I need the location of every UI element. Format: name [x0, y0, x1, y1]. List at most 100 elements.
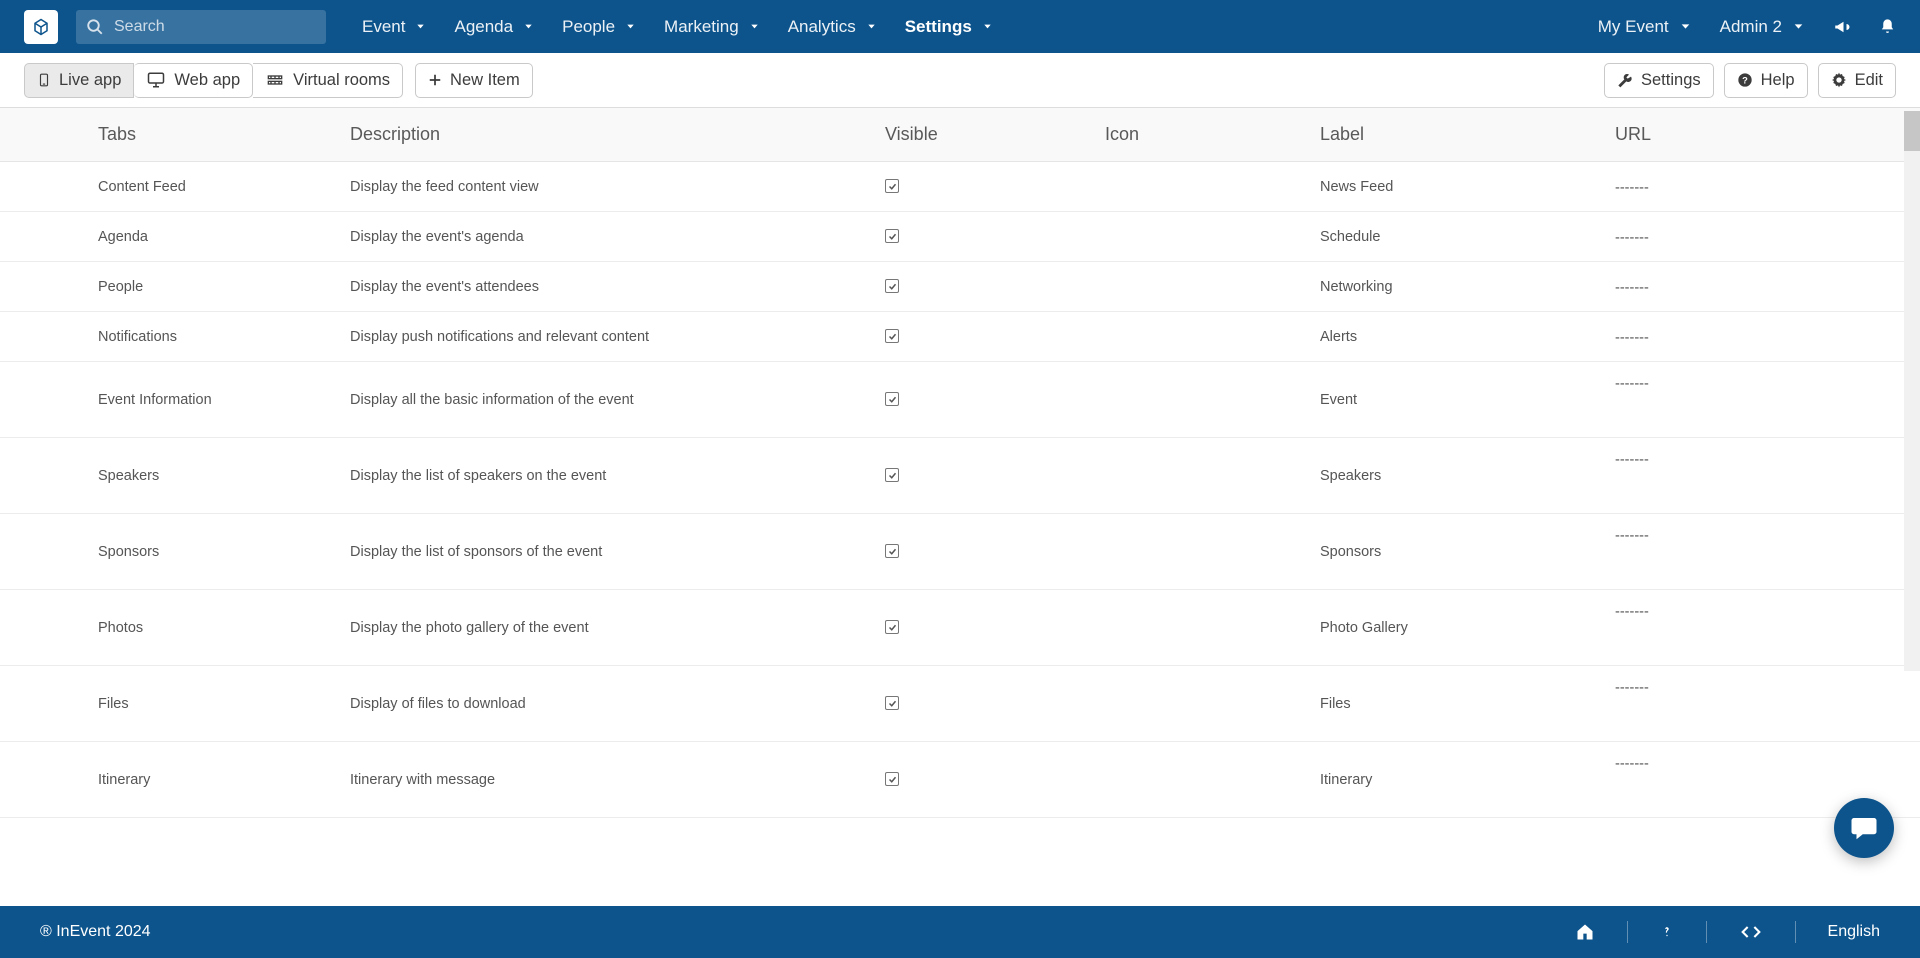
view-tab-virtual-rooms[interactable]: Virtual rooms: [253, 63, 403, 98]
nav-item-analytics[interactable]: Analytics: [788, 17, 877, 37]
footer-right: English: [1575, 921, 1880, 943]
cell-visible: [885, 392, 1105, 408]
event-switcher[interactable]: My Event: [1598, 17, 1692, 37]
visible-checkbox[interactable]: [885, 179, 899, 193]
cell-tab: Photos: [0, 620, 350, 636]
cell-url: -------: [1615, 328, 1920, 346]
cell-url: -------: [1615, 278, 1920, 296]
announcements-button[interactable]: [1833, 18, 1851, 36]
col-header-url: URL: [1615, 124, 1920, 145]
cell-description: Itinerary with message: [350, 772, 885, 788]
table-row[interactable]: PhotosDisplay the photo gallery of the e…: [0, 590, 1920, 666]
cell-visible: [885, 329, 1105, 345]
visible-checkbox[interactable]: [885, 279, 899, 293]
help-icon[interactable]: [1660, 921, 1674, 943]
cell-label: Networking: [1320, 279, 1615, 295]
cell-url: -------: [1615, 590, 1920, 620]
cell-url: -------: [1615, 742, 1920, 772]
navbar-right: My Event Admin 2: [1598, 17, 1896, 37]
table-body: Content FeedDisplay the feed content vie…: [0, 162, 1920, 818]
mobile-icon: [37, 71, 51, 89]
nav-item-people[interactable]: People: [562, 17, 636, 37]
nav-item-marketing[interactable]: Marketing: [664, 17, 760, 37]
cell-tab: Event Information: [0, 392, 350, 408]
table-row[interactable]: Content FeedDisplay the feed content vie…: [0, 162, 1920, 212]
notifications-button[interactable]: [1879, 18, 1896, 35]
chevron-down-icon: [625, 21, 636, 32]
view-tab-live-app[interactable]: Live app: [24, 63, 134, 98]
table-row[interactable]: SponsorsDisplay the list of sponsors of …: [0, 514, 1920, 590]
search-icon: [86, 18, 104, 36]
visible-checkbox[interactable]: [885, 229, 899, 243]
cell-url: -------: [1615, 178, 1920, 196]
help-button[interactable]: ? Help: [1724, 63, 1808, 98]
cell-tab: Sponsors: [0, 544, 350, 560]
cell-label: Alerts: [1320, 329, 1615, 345]
global-search[interactable]: [76, 10, 326, 44]
edit-button[interactable]: Edit: [1818, 63, 1896, 98]
col-header-visible: Visible: [885, 124, 1105, 145]
code-icon[interactable]: [1739, 922, 1763, 942]
table-row[interactable]: Event InformationDisplay all the basic i…: [0, 362, 1920, 438]
nav-item-agenda[interactable]: Agenda: [454, 17, 534, 37]
help-label: Help: [1761, 71, 1795, 90]
table-header: Tabs Description Visible Icon Label URL: [0, 108, 1920, 162]
new-item-label: New Item: [450, 71, 520, 90]
visible-checkbox[interactable]: [885, 696, 899, 710]
app-logo[interactable]: [24, 10, 58, 44]
separator: [1627, 921, 1628, 943]
table-row[interactable]: FilesDisplay of files to downloadFiles--…: [0, 666, 1920, 742]
table-row[interactable]: PeopleDisplay the event's attendeesNetwo…: [0, 262, 1920, 312]
cell-visible: [885, 179, 1105, 195]
cell-visible: [885, 544, 1105, 560]
new-item-button[interactable]: New Item: [415, 63, 533, 98]
cell-description: Display the feed content view: [350, 179, 885, 195]
footer: ® InEvent 2024 English: [0, 906, 1920, 958]
visible-checkbox[interactable]: [885, 392, 899, 406]
cell-tab: People: [0, 279, 350, 295]
nav-label: Analytics: [788, 17, 856, 37]
home-icon[interactable]: [1575, 922, 1595, 942]
table-row[interactable]: SpeakersDisplay the list of speakers on …: [0, 438, 1920, 514]
svg-text:?: ?: [1742, 75, 1748, 85]
language-selector[interactable]: English: [1828, 923, 1880, 941]
cell-description: Display the list of sponsors of the even…: [350, 544, 885, 560]
chat-launcher[interactable]: [1834, 798, 1894, 858]
cell-description: Display the photo gallery of the event: [350, 620, 885, 636]
user-menu[interactable]: Admin 2: [1720, 17, 1805, 37]
nav-label: Agenda: [454, 17, 513, 37]
nav-label: People: [562, 17, 615, 37]
cell-visible: [885, 468, 1105, 484]
cell-url: -------: [1615, 666, 1920, 696]
rooms-icon: [265, 72, 285, 88]
visible-checkbox[interactable]: [885, 544, 899, 558]
scrollbar-track[interactable]: [1904, 111, 1920, 671]
user-label: Admin 2: [1720, 17, 1782, 37]
search-input[interactable]: [114, 18, 316, 36]
col-header-tabs: Tabs: [0, 124, 350, 145]
copyright: ® InEvent 2024: [40, 923, 151, 941]
visible-checkbox[interactable]: [885, 468, 899, 482]
cell-tab: Itinerary: [0, 772, 350, 788]
visible-checkbox[interactable]: [885, 772, 899, 786]
visible-checkbox[interactable]: [885, 620, 899, 634]
view-tab-web-app[interactable]: Web app: [134, 63, 253, 98]
visible-checkbox[interactable]: [885, 329, 899, 343]
chevron-down-icon: [1792, 20, 1805, 33]
nav-item-event[interactable]: Event: [362, 17, 426, 37]
cell-visible: [885, 229, 1105, 245]
scrollbar-thumb[interactable]: [1904, 111, 1920, 151]
settings-button[interactable]: Settings: [1604, 63, 1714, 98]
cell-label: Speakers: [1320, 468, 1615, 484]
separator: [1706, 921, 1707, 943]
chevron-down-icon: [749, 21, 760, 32]
separator: [1795, 921, 1796, 943]
view-tab-label: Web app: [174, 71, 240, 90]
cell-label: Sponsors: [1320, 544, 1615, 560]
gear-icon: [1831, 72, 1847, 88]
nav-item-settings[interactable]: Settings: [905, 17, 993, 37]
table-row[interactable]: AgendaDisplay the event's agendaSchedule…: [0, 212, 1920, 262]
table-row[interactable]: ItineraryItinerary with messageItinerary…: [0, 742, 1920, 818]
event-switcher-label: My Event: [1598, 17, 1669, 37]
table-row[interactable]: NotificationsDisplay push notifications …: [0, 312, 1920, 362]
